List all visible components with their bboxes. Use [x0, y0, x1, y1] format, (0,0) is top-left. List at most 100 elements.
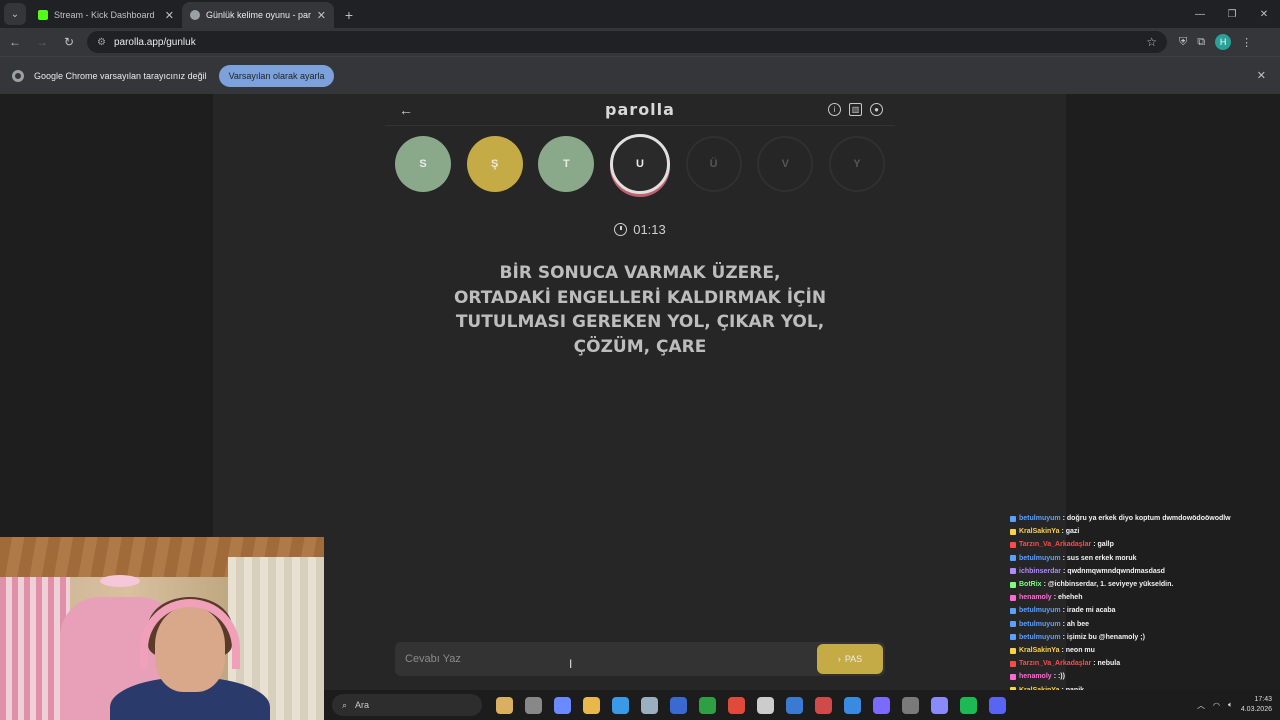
chat-username: betulmuyum — [1019, 515, 1061, 522]
stats-icon[interactable]: ▥ — [849, 103, 862, 116]
taskbar-clock[interactable]: 17:43 4.03.2026 — [1241, 695, 1272, 715]
wifi-icon[interactable]: ◠ — [1213, 701, 1220, 710]
restore-icon[interactable]: ❐ — [1216, 0, 1248, 28]
taskbar-app-icon[interactable] — [554, 696, 571, 714]
question-line: TUTULMASI GEREKEN YOL, ÇIKAR YOL, — [455, 312, 825, 332]
tab-kick-dashboard[interactable]: Stream - Kick Dashboard ✕ — [30, 2, 182, 28]
chat-username: betulmuyum — [1019, 633, 1061, 641]
extensions-puzzle-icon[interactable]: ⧉ — [1197, 36, 1205, 49]
chat-badge-icon — [1010, 594, 1016, 601]
tray-chevron-icon[interactable]: ︿ — [1197, 700, 1205, 711]
chrome-icon — [12, 69, 24, 82]
close-infobar-icon[interactable]: ✕ — [1257, 69, 1266, 82]
site-info-icon[interactable]: ⚙ — [97, 37, 106, 48]
taskbar-app-icon[interactable] — [989, 696, 1006, 714]
taskbar-app-icon[interactable] — [496, 696, 513, 714]
taskbar-app-icon[interactable] — [844, 696, 861, 714]
chat-text: : ah bee — [1062, 620, 1090, 628]
reload-icon[interactable]: ↻ — [57, 30, 81, 54]
text-cursor-icon: I — [569, 657, 573, 671]
browser-toolbar: ← → ↻ ⚙ parolla.app/gunluk ☆ ⛨ ⧉ H ⋮ — [0, 28, 1280, 56]
cam-lamp — [100, 575, 140, 587]
taskbar-app-icon[interactable] — [525, 696, 542, 714]
answer-input[interactable]: Cevabı Yaz — [405, 653, 817, 665]
chat-text: : nebula — [1093, 660, 1121, 668]
profile-avatar[interactable]: H — [1215, 34, 1232, 50]
letter-circle-pending: Ü — [685, 136, 742, 192]
pass-label: PAS — [844, 654, 863, 664]
chat-message: betulmuyum: doğru ya erkek diyo koptum d… — [1010, 512, 1280, 525]
letter-circle-pending: Y — [828, 136, 885, 192]
question-line: ORTADAKİ ENGELLERİ KALDIRMAK İÇİN — [453, 287, 827, 308]
windows-taskbar: ⌕ Ara ︿ ◠ 🔈︎ 17:43 4.03.2026 — [324, 690, 1280, 720]
taskbar-app-icon[interactable] — [612, 696, 629, 714]
chat-message: henamoly: eheheh — [1010, 591, 1280, 604]
chat-username: Tarzın_Va_Arkadaşlar — [1019, 541, 1092, 549]
chat-message: ichbinserdar: qwdnmqwmndqwndmasdasd — [1010, 565, 1280, 578]
tab-title: Stream - Kick Dashboard — [54, 10, 155, 20]
close-tab-icon[interactable]: ✕ — [317, 9, 326, 22]
chat-message: betulmuyum: sus sen erkek moruk — [1010, 552, 1280, 565]
back-arrow-icon[interactable]: ← — [399, 102, 413, 118]
toolbar-actions: ⛨ ⧉ H ⋮ — [1179, 34, 1252, 50]
letter-progress: SŞTUÜVY — [385, 134, 895, 194]
taskbar-app-icon[interactable] — [583, 696, 600, 714]
chat-message: KralSakinYa: neon mu — [1010, 644, 1280, 657]
menu-kebab-icon[interactable]: ⋮ — [1241, 36, 1252, 49]
chat-badge-icon — [1010, 515, 1016, 522]
profile-icon[interactable]: ● — [870, 103, 883, 116]
chevron-right-icon: › — [837, 654, 841, 664]
info-icon[interactable]: i — [828, 103, 841, 116]
question-text: BİR SONUCA VARMAK ÜZERE, ORTADAKİ ENGELL… — [385, 261, 895, 359]
volume-icon[interactable]: 🔈︎ — [1228, 700, 1233, 710]
clock-time: 17:43 — [1254, 696, 1272, 703]
minimize-icon[interactable]: — — [1184, 0, 1216, 28]
set-default-button[interactable]: Varsayılan olarak ayarla — [218, 64, 335, 87]
chat-overlay: betulmuyum: doğru ya erkek diyo koptum d… — [1010, 512, 1280, 710]
chat-username: KralSakinYa — [1019, 528, 1060, 536]
taskbar-app-icon[interactable] — [960, 696, 977, 714]
chat-message: betulmuyum: işimiz bu @henamoly ;) — [1010, 631, 1280, 644]
taskbar-app-icon[interactable] — [815, 696, 832, 714]
chat-text: : doğru ya erkek diyo koptum dwmdowödoöw… — [1062, 515, 1231, 522]
taskbar-app-icon[interactable] — [641, 696, 658, 714]
address-bar[interactable]: ⚙ parolla.app/gunluk ☆ — [87, 31, 1167, 53]
taskbar-app-icon[interactable] — [757, 696, 774, 714]
letter-circle-pending: V — [757, 136, 814, 192]
taskbar-app-icon[interactable] — [931, 696, 948, 714]
chat-message: betulmuyum: ah bee — [1010, 618, 1280, 631]
taskbar-app-icon[interactable] — [873, 696, 890, 714]
new-tab-button[interactable]: + — [338, 4, 360, 26]
letter-circle-current: U — [609, 134, 670, 194]
close-window-icon[interactable]: ✕ — [1248, 0, 1280, 28]
extension-shield-icon[interactable]: ⛨ — [1179, 36, 1187, 49]
tab-search-button[interactable]: ⌄ — [4, 3, 26, 25]
chat-badge-icon — [1010, 568, 1016, 575]
pass-button[interactable]: › PAS — [817, 644, 883, 674]
taskbar-search[interactable]: ⌕ Ara — [332, 694, 482, 716]
chat-message: betulmuyum: irade mi acaba — [1010, 604, 1280, 617]
forward-icon[interactable]: → — [30, 30, 54, 54]
chat-badge-icon — [1010, 674, 1016, 681]
close-tab-icon[interactable]: ✕ — [165, 9, 174, 22]
chat-message: henamoly: :)) — [1010, 670, 1280, 683]
chat-badge-icon — [1010, 555, 1016, 562]
back-icon[interactable]: ← — [3, 30, 27, 54]
taskbar-app-icon[interactable] — [699, 696, 716, 714]
tab-parolla[interactable]: Günlük kelime oyunu - parolla ✕ — [182, 2, 334, 28]
kick-favicon-icon — [38, 10, 48, 20]
bookmark-star-icon[interactable]: ☆ — [1146, 35, 1157, 49]
taskbar-apps — [496, 696, 1006, 714]
taskbar-app-icon[interactable] — [902, 696, 919, 714]
chat-text: : gazi — [1061, 528, 1080, 536]
chat-badge-icon — [1010, 660, 1016, 667]
search-label: Ara — [355, 700, 370, 710]
taskbar-app-icon[interactable] — [786, 696, 803, 714]
tab-title: Günlük kelime oyunu - parolla — [206, 10, 311, 20]
letter-circle-correct: T — [538, 136, 595, 192]
chat-text: : gallp — [1093, 541, 1114, 549]
header-icons: i ▥ ● — [828, 103, 883, 116]
chat-text: : irade mi acaba — [1062, 607, 1116, 615]
taskbar-app-icon[interactable] — [728, 696, 745, 714]
taskbar-app-icon[interactable] — [670, 696, 687, 714]
